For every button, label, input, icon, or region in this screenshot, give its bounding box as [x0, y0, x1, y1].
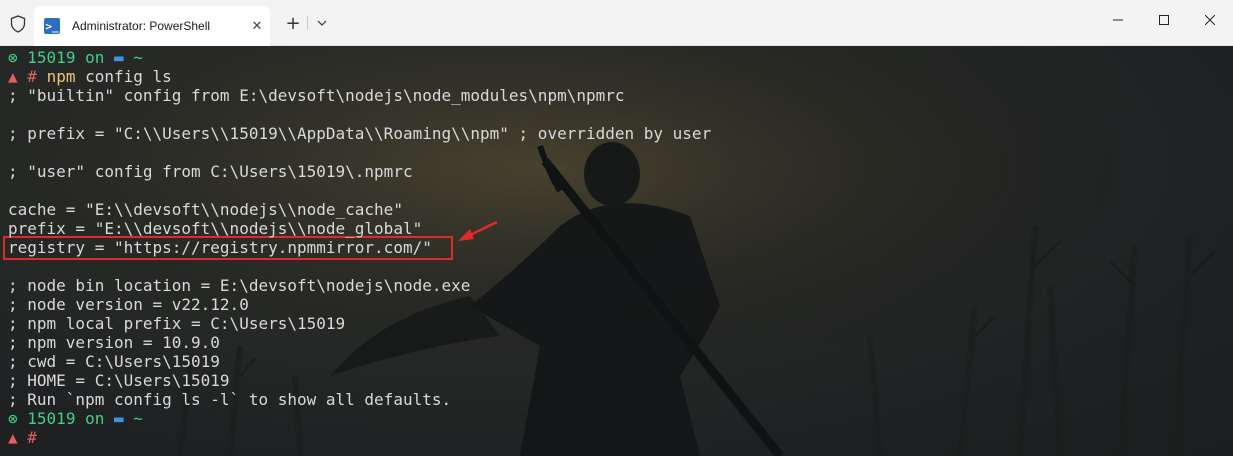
command-line[interactable]: ▲ #: [8, 428, 37, 447]
output-line: ; HOME = C:\Users\15019: [8, 371, 230, 390]
output-line: ; "user" config from C:\Users\15019\.npm…: [8, 162, 413, 181]
prompt-on: on: [85, 409, 105, 428]
output-line: ; "builtin" config from E:\devsoft\nodej…: [8, 86, 625, 105]
prompt-user: 15019: [27, 48, 76, 67]
tab-separator: [307, 16, 308, 30]
powershell-icon: >_: [44, 18, 60, 34]
title-bar: >_ Administrator: PowerShell ✕ +: [0, 0, 1233, 46]
prompt-on: on: [85, 48, 105, 67]
shield-icon: [8, 14, 28, 34]
prompt-mark-icon: ▲: [8, 428, 18, 447]
status-icon: ⊗: [8, 48, 18, 67]
registry-line: registry = "https://registry.npmmirror.c…: [8, 238, 432, 257]
prompt-dir: ~: [133, 409, 143, 428]
chevron-down-icon[interactable]: [312, 12, 332, 34]
output-line: ; npm version = 10.9.0: [8, 333, 220, 352]
prompt-hash: #: [27, 67, 37, 86]
output-line: ; node version = v22.12.0: [8, 295, 249, 314]
output-line: ; prefix = "C:\\Users\\15019\\AppData\\R…: [8, 124, 712, 143]
terminal-pane[interactable]: ⊗ 15019 on ▬ ~ ▲ # npm config ls ; "buil…: [0, 46, 1233, 456]
minimize-button[interactable]: [1095, 0, 1141, 40]
close-tab-icon[interactable]: ✕: [244, 19, 270, 34]
output-line: cache = "E:\\devsoft\\nodejs\\node_cache…: [8, 200, 403, 219]
folder-icon: ▬: [114, 48, 124, 67]
folder-icon: ▬: [114, 409, 124, 428]
close-window-button[interactable]: [1187, 0, 1233, 40]
prompt-hash: #: [27, 428, 37, 447]
prompt-line: ⊗ 15019 on ▬ ~: [8, 409, 143, 428]
output-line: ; Run `npm config ls -l` to show all def…: [8, 390, 452, 409]
command-line: ▲ # npm config ls: [8, 67, 172, 86]
new-tab-button[interactable]: +: [282, 12, 304, 34]
prompt-line: ⊗ 15019 on ▬ ~: [8, 48, 143, 67]
output-line: ; cwd = C:\Users\15019: [8, 352, 220, 371]
tab-powershell[interactable]: >_ Administrator: PowerShell ✕: [34, 6, 270, 46]
status-icon: ⊗: [8, 409, 18, 428]
tab-title: Administrator: PowerShell: [72, 19, 211, 33]
output-line: ; node bin location = E:\devsoft\nodejs\…: [8, 276, 471, 295]
output-line: ; npm local prefix = C:\Users\15019: [8, 314, 346, 333]
command-args: config ls: [85, 67, 172, 86]
prompt-mark-icon: ▲: [8, 67, 18, 86]
maximize-button[interactable]: [1141, 0, 1187, 40]
output-line: prefix = "E:\\devsoft\\nodejs\\node_glob…: [8, 219, 423, 238]
command-name: npm: [46, 67, 76, 86]
prompt-user: 15019: [27, 409, 76, 428]
prompt-dir: ~: [133, 48, 143, 67]
